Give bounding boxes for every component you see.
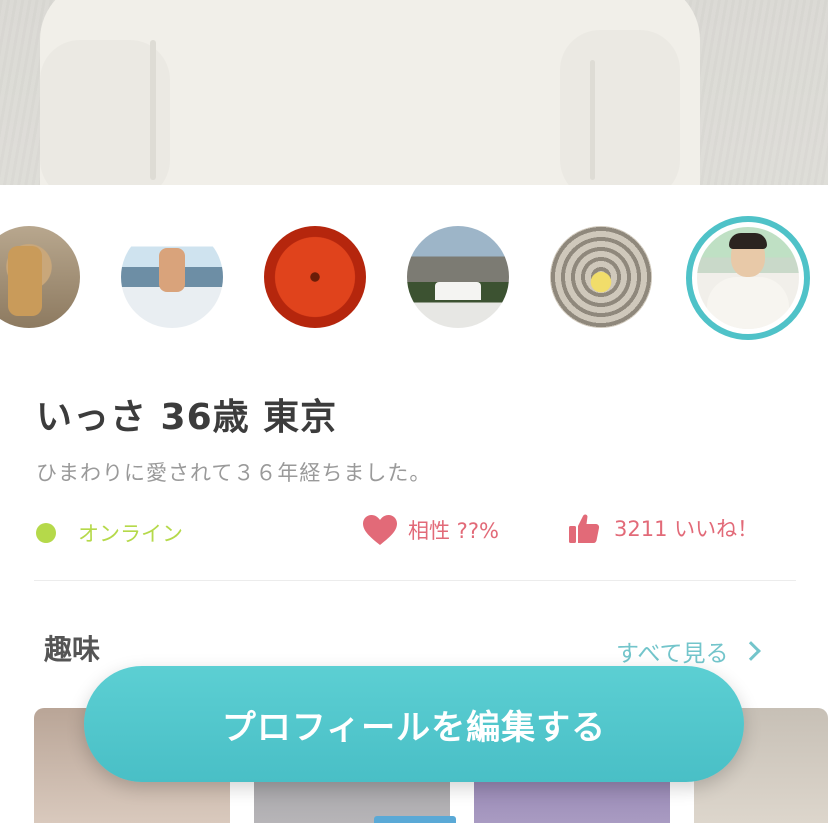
photo-thumbnail[interactable] — [550, 226, 652, 328]
compatibility: 相性 ??% — [362, 514, 499, 546]
profile-bio: ひまわりに愛されて３６年経ちました。 — [36, 461, 432, 485]
photo-thumbnail[interactable] — [0, 226, 80, 328]
photo-thumbnail[interactable] — [407, 226, 509, 328]
profile-main-photo — [0, 0, 828, 185]
thumbs-up-icon — [569, 514, 600, 543]
likes: 3211 いいね！ — [568, 512, 758, 544]
online-status: オンライン — [36, 518, 183, 548]
likes-label: 3211 いいね！ — [614, 517, 759, 541]
photo-thumbnail[interactable] — [121, 226, 223, 328]
edit-profile-label: プロフィールを編集する — [221, 707, 607, 748]
chevron-right-icon — [741, 641, 762, 661]
online-status-label: オンライン — [78, 522, 183, 546]
profile-title: いっさ 36歳 東京 — [36, 397, 338, 438]
see-all-label: すべて見る — [616, 641, 729, 667]
photo-thumbnail[interactable] — [264, 226, 366, 328]
compatibility-label: 相性 ??% — [408, 519, 499, 543]
profile-status-row: オンライン 相性 ??% 3211 いいね！ — [36, 512, 796, 548]
heart-icon — [363, 515, 397, 545]
divider — [34, 580, 796, 581]
online-dot-icon — [36, 523, 56, 543]
hobbies-heading: 趣味 — [44, 633, 101, 666]
photo-thumbnail-selected[interactable] — [686, 216, 810, 340]
hobby-card-badge — [374, 816, 456, 823]
see-all-link[interactable]: すべて見る — [616, 634, 762, 668]
edit-profile-button[interactable]: プロフィールを編集する — [84, 666, 744, 782]
photo-thumbnail-strip — [0, 216, 828, 340]
